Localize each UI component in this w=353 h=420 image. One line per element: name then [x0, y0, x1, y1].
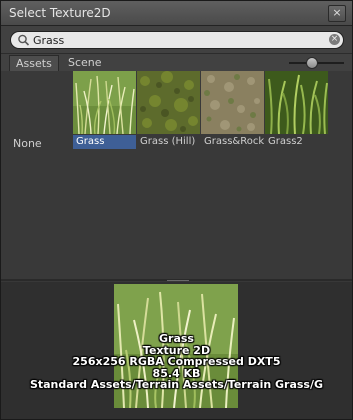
- search-bar: ×: [1, 26, 352, 54]
- search-input[interactable]: [33, 32, 313, 48]
- asset-grid: None Grass Grass (Hill) Grass&Rock Grass…: [1, 71, 352, 279]
- grid-item-grass2[interactable]: Grass2: [265, 71, 328, 149]
- preview-asset-format: 256x256 RGBA Compressed DXT5: [72, 355, 281, 368]
- grid-item-label: Grass&Rock: [204, 136, 264, 147]
- grass-rock-texture-thumbnail: [201, 71, 264, 134]
- grid-item-label: Grass: [73, 135, 136, 149]
- zoom-slider-thumb[interactable]: [306, 57, 318, 69]
- tab-bar: Assets Scene: [1, 54, 352, 71]
- grid-item-grass[interactable]: Grass: [73, 71, 136, 149]
- search-icon: [18, 34, 30, 46]
- grid-item-grass-hill[interactable]: Grass (Hill): [137, 71, 200, 149]
- preview-info: Grass Texture 2D 256x256 RGBA Compressed…: [1, 333, 352, 391]
- grid-item-label: Grass (Hill): [140, 136, 196, 147]
- grid-item-grass-rock[interactable]: Grass&Rock: [201, 71, 264, 149]
- preview-panel: Grass Texture 2D 256x256 RGBA Compressed…: [1, 282, 352, 419]
- close-button[interactable]: ×: [328, 5, 346, 22]
- title-bar[interactable]: Select Texture2D ×: [1, 1, 352, 26]
- tab-assets[interactable]: Assets: [9, 55, 59, 71]
- window-title: Select Texture2D: [9, 6, 111, 20]
- preview-asset-name: Grass: [159, 332, 194, 345]
- grass-hill-texture-thumbnail: [137, 71, 200, 134]
- search-field[interactable]: ×: [10, 31, 344, 49]
- grid-item-label: Grass2: [268, 136, 303, 147]
- tab-scene[interactable]: Scene: [62, 55, 108, 70]
- grass-texture-thumbnail: [73, 71, 136, 134]
- clear-search-icon[interactable]: ×: [329, 34, 340, 45]
- texture-picker-window: Select Texture2D × × Assets Scene None: [0, 0, 353, 420]
- none-option[interactable]: None: [13, 137, 42, 150]
- grass2-texture-thumbnail: [265, 71, 328, 134]
- preview-asset-path: Standard Assets/Terrain Assets/Terrain G…: [29, 378, 324, 391]
